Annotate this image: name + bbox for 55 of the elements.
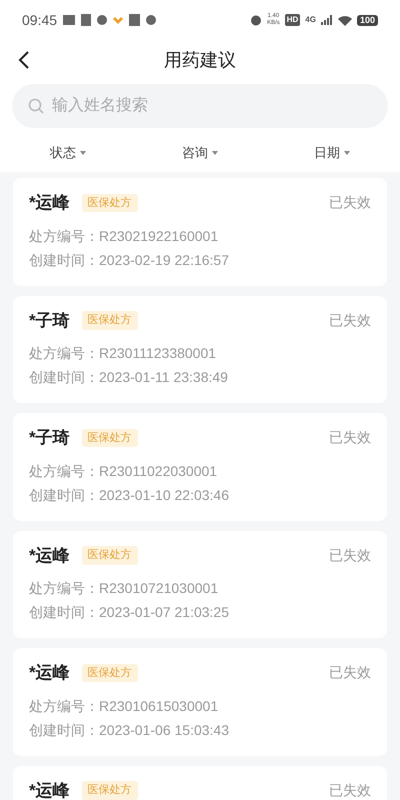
prescription-number: 处方编号：R23010721030001: [29, 579, 220, 598]
insurance-tag: 医保处方: [82, 664, 138, 682]
patient-name: *子琦: [29, 427, 70, 449]
prescription-card[interactable]: *子琦 医保处方 已失效 处方编号：R23011022030001 创建时间：2023-01-10 22:03:46: [13, 413, 387, 520]
notification-icon: [146, 15, 156, 25]
notification-icon: [129, 14, 140, 26]
status-label: 已失效: [329, 428, 371, 448]
back-icon: [18, 50, 30, 70]
insurance-tag: 医保处方: [82, 311, 138, 330]
patient-name: *运峰: [29, 662, 70, 684]
created-time: 创建时间：2023-01-07 21:03:25: [29, 603, 230, 622]
patient-name: *运峰: [29, 544, 70, 566]
created-time: 创建时间：2023-01-11 23:38:49: [29, 368, 229, 387]
filter-dropdown[interactable]: 咨询: [182, 143, 218, 163]
prescription-card[interactable]: *运峰 医保处方 已失效 处方编号：R23021922160001 创建时间：2023-02-19 22:16:57: [13, 178, 387, 286]
prescription-card[interactable]: *运峰 医保处方 已失效 处方编号：R23010615030001 创建时间：2023-01-06 15:03:43: [13, 648, 387, 756]
created-time: 创建时间：2023-01-10 22:03:46: [29, 486, 230, 504]
caret-icon: [344, 151, 350, 155]
alarm-icon: [250, 14, 262, 26]
patient-name: *运峰: [29, 780, 70, 800]
caret-icon: [80, 151, 86, 155]
prescription-number: 处方编号：R23010615030001: [29, 696, 220, 716]
prescription-number: 处方编号：R23011123380001: [29, 344, 218, 363]
prescription-card[interactable]: *运峰 医保处方 已失效: [13, 766, 387, 800]
insurance-tag: 医保处方: [82, 428, 138, 447]
insurance-tag: 医保处方: [82, 781, 138, 800]
battery-level: 100: [356, 14, 378, 26]
status-label: 已失效: [329, 310, 371, 330]
notification-icon: [63, 15, 76, 25]
status-time: 09:45: [22, 10, 58, 30]
status-label: 已失效: [329, 193, 371, 212]
prescription-number: 处方编号：R23021922160001: [29, 226, 220, 246]
notification-icon: [81, 14, 92, 26]
insurance-tag: 医保处方: [82, 546, 138, 564]
filter-dropdown[interactable]: 状态: [50, 143, 86, 163]
search-field[interactable]: 输入姓名搜索: [12, 84, 388, 128]
prescription-number: 处方编号：R23011022030001: [29, 462, 218, 480]
search-icon: [28, 98, 44, 114]
prescription-card[interactable]: *子琦 医保处方 已失效 处方编号：R23011123380001 创建时间：2023-01-11 23:38:49: [13, 296, 387, 403]
notification-icon: [97, 15, 108, 25]
insurance-tag: 医保处方: [82, 194, 138, 212]
patient-name: *运峰: [29, 192, 70, 214]
filter-dropdown[interactable]: 日期: [314, 143, 350, 163]
prescription-card[interactable]: *运峰 医保处方 已失效 处方编号：R23010721030001 创建时间：2023-01-07 21:03:25: [13, 530, 387, 638]
patient-name: *子琦: [29, 310, 70, 332]
signal-icon: [320, 15, 333, 25]
created-time: 创建时间：2023-02-19 22:16:57: [29, 250, 230, 270]
status-label: 已失效: [329, 546, 371, 565]
network-label: 4G: [305, 14, 316, 26]
hd-badge: HD: [284, 14, 300, 26]
status-label: 已失效: [329, 780, 371, 800]
caret-icon: [212, 151, 218, 155]
created-time: 创建时间：2023-01-06 15:03:43: [29, 720, 230, 740]
page-title: 用药建议: [164, 48, 236, 72]
status-label: 已失效: [329, 663, 371, 682]
